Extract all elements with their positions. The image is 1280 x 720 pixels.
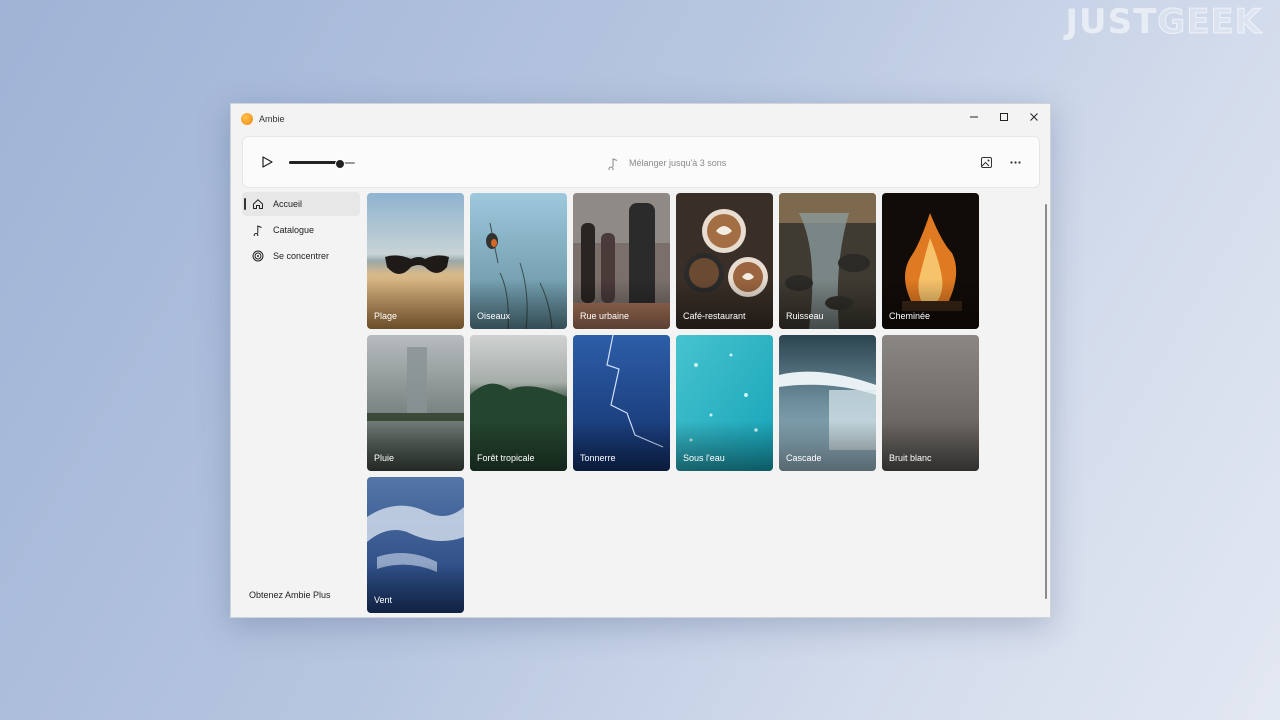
sound-tile-sous-leau[interactable]: Sous l'eau: [676, 335, 773, 471]
sidebar-item-se-concentrer[interactable]: Se concentrer: [242, 244, 360, 268]
sound-tile-plage[interactable]: Plage: [367, 193, 464, 329]
sidebar: Accueil Catalogue Se concentrer Obtenez …: [242, 192, 360, 612]
image-icon: [980, 156, 992, 168]
sound-tile-cascade[interactable]: Cascade: [779, 335, 876, 471]
minimize-icon: [970, 116, 978, 118]
sound-tile-cafe-restaurant[interactable]: Café-restaurant: [676, 193, 773, 329]
close-icon: [1030, 113, 1038, 121]
music-note-icon: [608, 158, 618, 170]
scrollbar[interactable]: [1045, 204, 1047, 599]
maximize-button[interactable]: [989, 104, 1019, 130]
sound-tile-bruit-blanc[interactable]: Bruit blanc: [882, 335, 979, 471]
title-bar[interactable]: Ambie: [231, 104, 1050, 134]
more-icon: [1009, 160, 1021, 164]
active-indicator: [244, 198, 246, 210]
volume-slider[interactable]: [289, 159, 355, 169]
app-window: Ambie Mélanger jusqu'à 3 sons Accueil Ca…: [230, 103, 1051, 618]
get-ambie-plus-link[interactable]: Obtenez Ambie Plus: [249, 590, 331, 600]
close-button[interactable]: [1019, 104, 1049, 130]
more-options-button[interactable]: [1006, 153, 1024, 171]
maximize-icon: [1000, 113, 1008, 121]
play-button[interactable]: [259, 154, 275, 170]
screensaver-button[interactable]: [977, 153, 995, 171]
sound-tile-vent[interactable]: Vent: [367, 477, 464, 613]
mix-hint: Mélanger jusqu'à 3 sons: [607, 155, 726, 171]
home-icon: [253, 199, 263, 209]
sidebar-item-catalogue[interactable]: Catalogue: [242, 218, 360, 242]
target-icon: [252, 250, 264, 262]
app-logo-icon: [241, 113, 253, 125]
minimize-button[interactable]: [959, 104, 989, 130]
sidebar-item-accueil[interactable]: Accueil: [242, 192, 360, 216]
watermark-logo: JUSTGEEK: [1065, 2, 1262, 43]
sound-tile-oiseaux[interactable]: Oiseaux: [470, 193, 567, 329]
play-icon: [262, 156, 273, 168]
sound-tile-tonnerre[interactable]: Tonnerre: [573, 335, 670, 471]
sound-tile-cheminee[interactable]: Cheminée: [882, 193, 979, 329]
player-bar: Mélanger jusqu'à 3 sons: [242, 136, 1040, 188]
music-note-icon: [253, 225, 262, 236]
sound-tile-foret-tropicale[interactable]: Forêt tropicale: [470, 335, 567, 471]
sound-tile-ruisseau[interactable]: Ruisseau: [779, 193, 876, 329]
volume-slider-thumb[interactable]: [334, 159, 345, 169]
app-title: Ambie: [259, 114, 285, 124]
sound-tile-pluie[interactable]: Pluie: [367, 335, 464, 471]
sound-tile-rue-urbaine[interactable]: Rue urbaine: [573, 193, 670, 329]
